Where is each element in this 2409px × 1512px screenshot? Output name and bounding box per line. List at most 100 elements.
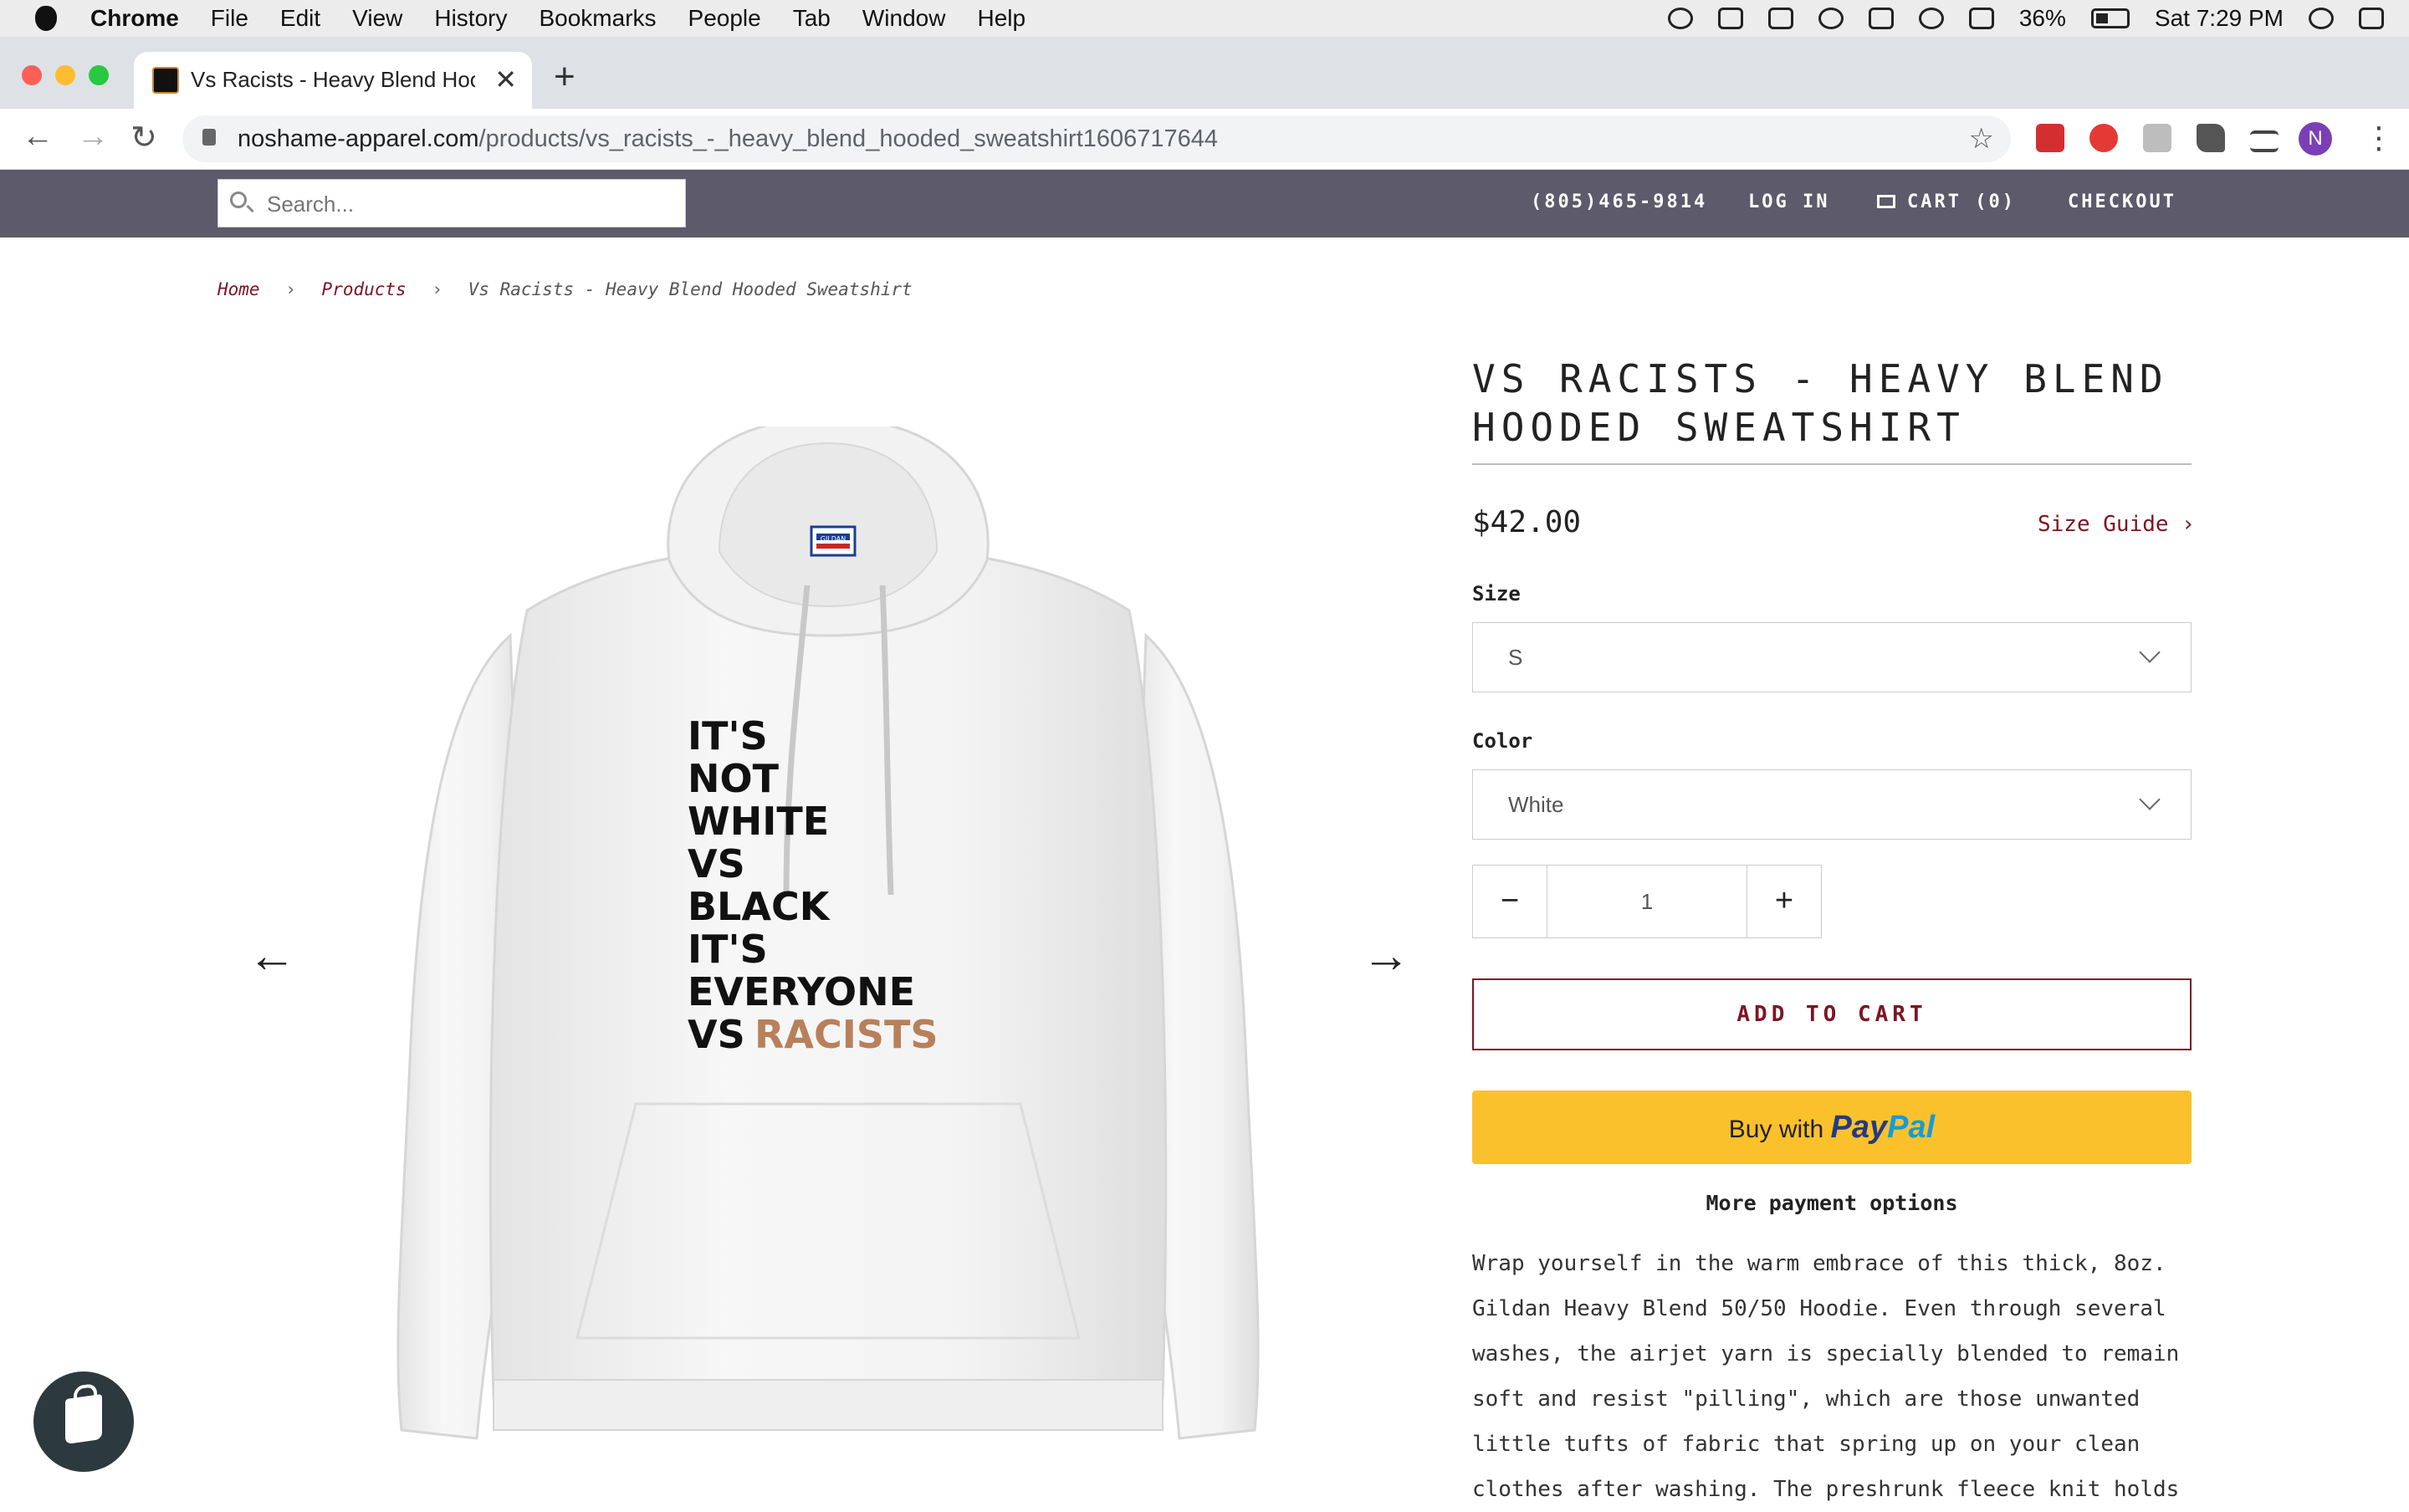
tab-title: Vs Racists - Heavy Blend Hooded Sweatshi… — [191, 67, 475, 92]
wifi-icon[interactable] — [1918, 8, 1944, 29]
color-select-value: White — [1508, 792, 1564, 817]
browser-toolbar: ← → ↻ noshame-apparel.com/products/vs_ra… — [0, 109, 2409, 170]
size-select-value: S — [1508, 645, 1523, 670]
breadcrumb-products[interactable]: Products — [322, 279, 407, 299]
print-highlight: RACISTS — [754, 1012, 939, 1057]
print-line-1: IT'S — [688, 713, 768, 759]
forward-arrow-icon[interactable]: → — [77, 119, 109, 155]
menu-history[interactable]: History — [434, 5, 507, 32]
puzzle-icon[interactable] — [2197, 124, 2225, 152]
quantity-decrease-button[interactable]: − — [1473, 866, 1547, 937]
print-line-7: EVERYONE — [688, 969, 915, 1014]
size-select[interactable]: S — [1472, 622, 2192, 692]
title-divider — [1472, 463, 2192, 465]
size-label: Size — [1472, 582, 1521, 605]
menu-file[interactable]: File — [211, 5, 248, 32]
volume-icon[interactable] — [1968, 8, 1994, 29]
paypal-logo-pal: Pal — [1887, 1110, 1936, 1145]
status-area: 36% Sat 7:29 PM — [1667, 0, 2384, 37]
new-tab-button[interactable]: + — [554, 59, 575, 95]
breadcrumb-separator: › — [432, 279, 443, 299]
chrome-menu-icon[interactable]: ⋮ — [2364, 120, 2394, 156]
dropbox-icon[interactable] — [1717, 8, 1743, 29]
print-line-3: WHITE — [688, 799, 829, 844]
menu-window[interactable]: Window — [862, 5, 946, 32]
profile-avatar[interactable]: N — [2299, 122, 2332, 156]
adblock-icon[interactable] — [2089, 124, 2118, 152]
url-text[interactable]: noshame-apparel.com/products/vs_racists_… — [238, 125, 1218, 153]
site-search-input[interactable] — [265, 188, 670, 220]
lock-icon[interactable] — [202, 129, 216, 146]
product-description: Wrap yourself in the warm embrace of thi… — [1472, 1251, 2180, 1502]
menu-app-name[interactable]: Chrome — [90, 5, 179, 32]
menu-edit[interactable]: Edit — [280, 5, 320, 32]
menu-tab[interactable]: Tab — [793, 5, 831, 32]
checkout-link[interactable]: CHECKOUT — [2068, 192, 2176, 212]
bookmark-star-icon[interactable]: ☆ — [1969, 122, 1994, 156]
print-line-2: NOT — [688, 756, 780, 801]
minimize-window-button[interactable] — [55, 65, 75, 85]
media-control-icon[interactable] — [2250, 130, 2279, 152]
color-label: Color — [1472, 729, 1533, 753]
shopify-chat-button[interactable] — [33, 1372, 134, 1472]
more-payment-options-link[interactable]: More payment options — [1472, 1191, 2192, 1215]
back-arrow-icon[interactable]: ← — [22, 119, 54, 155]
url-path: /products/vs_racists_-_heavy_blend_hoode… — [478, 125, 1219, 152]
product-price: $42.00 — [1472, 505, 1582, 539]
garment-label-text: GILDAN — [821, 535, 846, 543]
creative-cloud-icon[interactable] — [1667, 8, 1693, 29]
search-icon — [230, 192, 247, 208]
chevron-down-icon — [2139, 641, 2161, 663]
color-select[interactable]: White — [1472, 769, 2192, 840]
battery-icon[interactable] — [2090, 8, 2130, 28]
reload-icon[interactable]: ↻ — [130, 119, 157, 156]
browser-tab[interactable]: Vs Racists - Heavy Blend Hooded Sweatshi… — [134, 52, 532, 109]
breadcrumb-separator: › — [285, 279, 296, 299]
menu-people[interactable]: People — [688, 5, 761, 32]
breadcrumb-home[interactable]: Home — [217, 279, 260, 299]
print-line-4: VS — [688, 841, 745, 886]
control-center-icon[interactable] — [2359, 8, 2384, 29]
breadcrumb: Home › Products › Vs Racists - Heavy Ble… — [217, 279, 913, 299]
address-bar[interactable]: noshame-apparel.com/products/vs_racists_… — [182, 115, 2011, 162]
cart-icon — [1877, 195, 1895, 208]
cart-label: CART (0) — [1907, 192, 2016, 212]
paypal-button[interactable]: Buy with PayPal — [1472, 1091, 2192, 1164]
print-line-8: VS — [688, 1012, 745, 1057]
size-guide-link[interactable]: Size Guide › — [2038, 512, 2195, 537]
breadcrumb-current: Vs Racists - Heavy Blend Hooded Sweatshi… — [468, 279, 913, 299]
site-header: (805)465-9814 LOG IN CART (0) CHECKOUT — [0, 170, 2409, 238]
clock[interactable]: Sat 7:29 PM — [2155, 5, 2284, 32]
quantity-increase-button[interactable]: + — [1747, 866, 1821, 937]
menu-view[interactable]: View — [352, 5, 402, 32]
extension-gray-icon[interactable] — [2143, 124, 2171, 152]
site-search-box[interactable] — [217, 179, 686, 227]
product-image-hoodie[interactable]: IT'S NOT WHITE VS BLACK IT'S EVERYONE VS… — [385, 427, 1271, 1489]
previous-image-arrow-icon[interactable]: ← — [248, 932, 296, 980]
print-line-6: IT'S — [688, 927, 768, 972]
next-image-arrow-icon[interactable]: → — [1362, 932, 1410, 980]
close-window-button[interactable] — [22, 65, 42, 85]
close-tab-icon[interactable]: ✕ — [494, 64, 517, 95]
airplay-icon[interactable] — [1767, 8, 1793, 29]
cart-link[interactable]: CART (0) — [1877, 192, 2016, 212]
menu-help[interactable]: Help — [977, 5, 1025, 32]
add-to-cart-button[interactable]: ADD TO CART — [1472, 978, 2192, 1050]
quantity-input[interactable]: 1 — [1547, 866, 1747, 937]
battery-percent: 36% — [2018, 5, 2066, 31]
menu-bookmarks[interactable]: Bookmarks — [539, 5, 656, 32]
chevron-down-icon — [2139, 789, 2161, 810]
zoom-window-button[interactable] — [89, 65, 109, 85]
phone-link[interactable]: (805)465-9814 — [1531, 192, 1707, 212]
bluetooth-icon[interactable] — [1868, 8, 1894, 29]
extension-red-icon[interactable] — [2036, 124, 2064, 152]
apple-icon[interactable] — [35, 6, 57, 31]
product-title: VS RACISTS - HEAVY BLEND HOODED SWEATSHI… — [1472, 356, 2169, 450]
favicon-icon — [152, 67, 179, 94]
time-machine-icon[interactable] — [1818, 8, 1844, 29]
spotlight-icon[interactable] — [2309, 8, 2334, 29]
macos-menu-bar: Chrome File Edit View History Bookmarks … — [0, 0, 2409, 37]
paypal-logo-pay: Pay — [1830, 1110, 1888, 1145]
shopify-bag-icon — [65, 1393, 102, 1445]
login-link[interactable]: LOG IN — [1748, 192, 1829, 212]
